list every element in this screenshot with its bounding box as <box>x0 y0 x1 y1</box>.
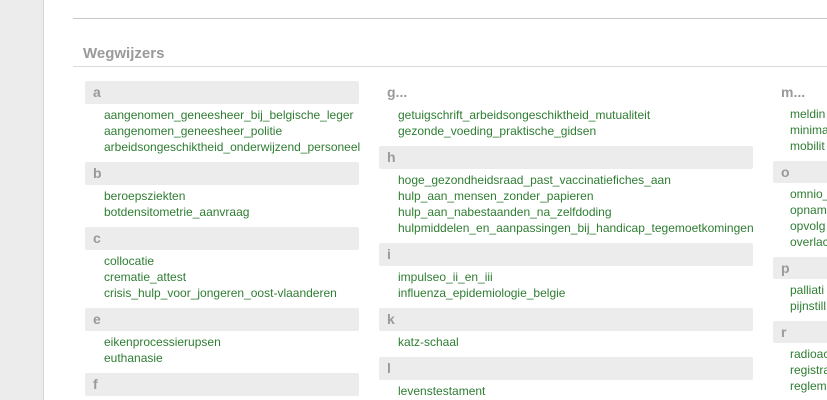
wegwijzer-link[interactable]: eikenprocessierupsen <box>104 334 359 350</box>
wegwijzer-link[interactable]: hulp_aan_mensen_zonder_papieren <box>398 188 753 204</box>
link-list: meldin minima mobilit <box>773 103 827 154</box>
link-list: beroepsziekten botdensitometrie_aanvraag <box>85 185 359 220</box>
wegwijzer-link[interactable]: levenstestament <box>398 383 753 399</box>
letter-heading: h <box>379 146 753 169</box>
letter-group: f <box>85 373 359 396</box>
letter-heading: k <box>379 308 753 331</box>
letter-group: m... meldin minima mobilit <box>773 81 827 154</box>
link-list: katz-schaal <box>379 331 753 350</box>
column-2: g... getuigschrift_arbeidsongeschiktheid_… <box>379 81 754 400</box>
wegwijzer-link[interactable]: omnio_ <box>790 186 827 202</box>
letter-heading: f <box>85 373 359 396</box>
letter-group: h hoge_gezondheidsraad_past_vaccinatiefic… <box>379 146 754 236</box>
link-list: palliati pijnstill <box>773 279 827 314</box>
wegwijzer-link[interactable]: arbeidsongeschiktheid_onderwijzend_perso… <box>104 139 360 155</box>
letter-heading: e <box>85 308 359 331</box>
link-list: radioac registra reglem <box>773 343 827 394</box>
letter-group: r radioac registra reglem <box>773 321 827 394</box>
letter-group: b beroepsziekten botdensitometrie_aanvraag <box>85 162 359 220</box>
wegwijzer-link[interactable]: reglem <box>790 378 827 394</box>
letter-heading: m... <box>781 84 806 100</box>
wegwijzer-link[interactable]: collocatie <box>104 253 359 269</box>
link-list: impulseo_ii_en_iii influenza_epidemiologi… <box>379 266 753 301</box>
wegwijzer-link[interactable]: hulpmiddelen_en_aanpassingen_bij_handica… <box>398 220 754 236</box>
wegwijzer-link[interactable]: euthanasie <box>104 350 359 366</box>
wegwijzer-link[interactable]: impulseo_ii_en_iii <box>398 269 753 285</box>
letter-heading: g... <box>387 84 408 100</box>
link-list: hoge_gezondheidsraad_past_vaccinatiefich… <box>379 169 754 236</box>
wegwijzer-link[interactable]: aangenomen_geneesheer_politie <box>104 123 359 139</box>
main-content: Wegwijzers a aangenomen_geneesheer_bij_be… <box>43 0 827 400</box>
letter-heading: o <box>773 161 827 183</box>
letter-heading: p <box>773 257 827 279</box>
top-divider <box>73 18 827 19</box>
wegwijzer-link[interactable]: aangenomen_geneesheer_bij_belgische_lege… <box>104 107 359 123</box>
letter-group: o omnio_ opnam opvolg overlac <box>773 161 827 250</box>
letter-group: g... getuigschrift_arbeidsongeschiktheid_… <box>379 81 753 139</box>
wegwijzer-link[interactable]: hulp_aan_nabestaanden_na_zelfdoding <box>398 204 753 220</box>
wegwijzer-link[interactable]: crematie_attest <box>104 269 359 285</box>
link-list: getuigschrift_arbeidsongeschiktheid_mutu… <box>379 104 753 139</box>
letter-heading: b <box>85 162 359 185</box>
wegwijzer-link[interactable]: hoge_gezondheidsraad_past_vaccinatiefich… <box>398 172 753 188</box>
wegwijzer-link[interactable]: getuigschrift_arbeidsongeschiktheid_mutu… <box>398 107 753 123</box>
wegwijzer-link[interactable]: beroepsziekten <box>104 188 359 204</box>
page-title: Wegwijzers <box>83 45 165 62</box>
link-list: eikenprocessierupsen euthanasie <box>85 331 359 366</box>
letter-group: a aangenomen_geneesheer_bij_belgische_leg… <box>85 81 360 155</box>
wegwijzer-link[interactable]: pijnstill <box>790 298 827 314</box>
wegwijzer-link[interactable]: mobilit <box>790 138 827 154</box>
link-list: omnio_ opnam opvolg overlac <box>773 183 827 250</box>
wegwijzer-link[interactable]: minima <box>790 122 827 138</box>
wegwijzer-link[interactable]: crisis_hulp_voor_jongeren_oost-vlaandere… <box>104 285 359 301</box>
wegwijzer-link[interactable]: registra <box>790 362 827 378</box>
letter-group: c collocatie crematie_attest crisis_hulp_vo… <box>85 227 359 301</box>
letter-heading: a <box>85 81 359 104</box>
letter-group: l levenstestament <box>379 357 753 399</box>
letter-group: e eikenprocessierupsen euthanasie <box>85 308 359 366</box>
column-3: m... meldin minima mobilit o omnio_ opnam opvol… <box>773 81 827 400</box>
wegwijzer-link[interactable]: gezonde_voeding_praktische_gidsen <box>398 123 753 139</box>
title-divider <box>73 66 827 67</box>
wegwijzer-link[interactable]: botdensitometrie_aanvraag <box>104 204 359 220</box>
letter-heading: c <box>85 227 359 250</box>
link-list: levenstestament <box>379 380 753 399</box>
wegwijzer-link[interactable]: meldin <box>790 106 827 122</box>
letter-heading: i <box>379 243 753 266</box>
wegwijzer-link[interactable]: influenza_epidemiologie_belgie <box>398 285 753 301</box>
letter-heading: r <box>773 321 827 343</box>
letter-group: p palliati pijnstill <box>773 257 827 314</box>
wegwijzer-link[interactable]: palliati <box>790 282 827 298</box>
letter-group: k katz-schaal <box>379 308 753 350</box>
letter-heading: l <box>379 357 753 380</box>
letter-group: i impulseo_ii_en_iii influenza_epidemiolog… <box>379 243 753 301</box>
link-list: collocatie crematie_attest crisis_hulp_voo… <box>85 250 359 301</box>
link-list: aangenomen_geneesheer_bij_belgische_lege… <box>85 104 360 155</box>
wegwijzer-link[interactable]: radioac <box>790 346 827 362</box>
wegwijzer-link[interactable]: katz-schaal <box>398 334 753 350</box>
wegwijzer-link[interactable]: overlac <box>790 234 827 250</box>
column-1: a aangenomen_geneesheer_bij_belgische_leg… <box>85 81 360 400</box>
wegwijzer-link[interactable]: opnam <box>790 202 827 218</box>
wegwijzer-link[interactable]: opvolg <box>790 218 827 234</box>
